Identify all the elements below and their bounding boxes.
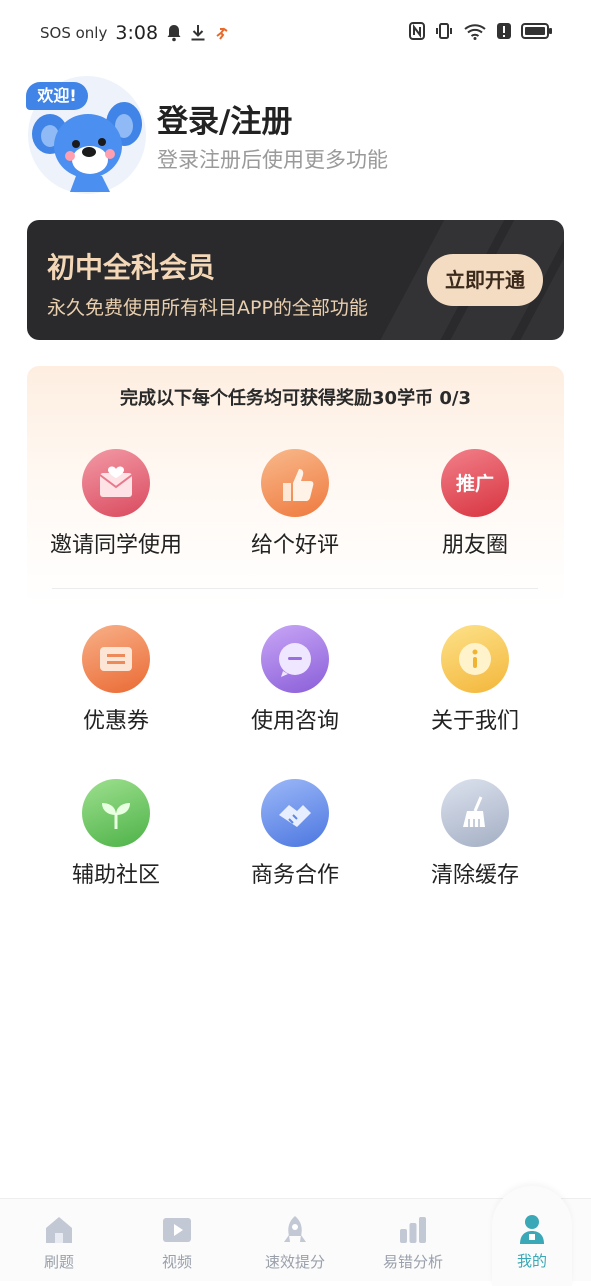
- task-label: 给个好评: [250, 533, 339, 558]
- battery-icon: [521, 23, 552, 39]
- nav-label: 我的: [516, 1252, 547, 1270]
- rocket-icon: [278, 1213, 312, 1247]
- clock-time: 3:08: [115, 22, 159, 44]
- nav-label: 易错分析: [382, 1253, 443, 1271]
- menu-about-us[interactable]: 关于我们: [385, 625, 565, 735]
- status-bar: SOS only 3:08: [0, 0, 591, 66]
- nfc-icon: [409, 22, 425, 40]
- menu-coupons[interactable]: 优惠券: [26, 625, 206, 735]
- promote-icon-text: 推广: [455, 473, 494, 495]
- carrier-text: SOS only: [40, 24, 108, 42]
- nav-mine[interactable]: 我的: [473, 1198, 591, 1280]
- vip-title: 初中全科会员: [47, 251, 216, 284]
- menu-label: 优惠券: [82, 709, 149, 734]
- alert-icon: [497, 23, 511, 39]
- menu-business[interactable]: 商务合作: [205, 779, 385, 889]
- wifi-icon: [464, 24, 486, 40]
- nav-video[interactable]: 视频: [118, 1199, 236, 1281]
- nav-practice[interactable]: 刷题: [0, 1199, 118, 1281]
- home-icon: [42, 1213, 76, 1247]
- nav-label: 刷题: [43, 1253, 74, 1271]
- sprout-icon: [82, 779, 150, 847]
- task-rewards-title: 完成以下每个任务均可获得奖励30学币 0/3: [120, 388, 471, 409]
- bell-icon: [167, 25, 181, 42]
- handshake-icon: [261, 779, 329, 847]
- menu-clear-cache[interactable]: 清除缓存: [385, 779, 565, 889]
- vibrate-icon: [436, 23, 452, 39]
- task-label: 邀请同学使用: [49, 533, 182, 558]
- menu-consult[interactable]: 使用咨询: [205, 625, 385, 735]
- vip-membership-card[interactable]: 初中全科会员 永久免费使用所有科目APP的全部功能 立即开通: [27, 220, 564, 340]
- menu-label: 使用咨询: [250, 709, 339, 734]
- task-give-review[interactable]: 给个好评: [205, 449, 385, 559]
- running-icon: [216, 27, 228, 40]
- chat-bubble-icon: [261, 625, 329, 693]
- nav-quick-score[interactable]: 速效提分: [236, 1199, 354, 1281]
- thumbs-up-icon: [261, 449, 329, 517]
- promote-icon: 推广: [441, 449, 509, 517]
- nav-error-analysis[interactable]: 易错分析: [354, 1199, 472, 1281]
- download-icon: [191, 25, 205, 41]
- task-invite-classmates[interactable]: 邀请同学使用: [26, 449, 206, 559]
- user-icon: [515, 1212, 549, 1246]
- menu-community[interactable]: 辅助社区: [26, 779, 206, 889]
- nav-label: 视频: [161, 1253, 192, 1271]
- coupon-icon: [82, 625, 150, 693]
- activate-now-button[interactable]: 立即开通: [427, 254, 543, 306]
- task-label: 朋友圈: [441, 533, 508, 558]
- menu-label: 清除缓存: [430, 863, 519, 888]
- invite-envelope-icon: [82, 449, 150, 517]
- info-icon: [441, 625, 509, 693]
- welcome-badge: 欢迎!: [26, 82, 88, 110]
- menu-label: 关于我们: [430, 709, 519, 734]
- menu-label: 辅助社区: [71, 863, 160, 888]
- bar-chart-icon: [396, 1213, 430, 1247]
- broom-icon: [441, 779, 509, 847]
- menu-label: 商务合作: [250, 863, 339, 888]
- login-register-link[interactable]: 登录/注册: [157, 96, 292, 141]
- task-moments-share[interactable]: 推广 朋友圈: [385, 449, 565, 559]
- video-icon: [160, 1213, 194, 1247]
- vip-subtitle: 永久免费使用所有科目APP的全部功能: [47, 297, 368, 319]
- nav-label: 速效提分: [264, 1253, 325, 1271]
- login-subtitle: 登录注册后使用更多功能: [157, 148, 388, 172]
- divider: [52, 588, 538, 589]
